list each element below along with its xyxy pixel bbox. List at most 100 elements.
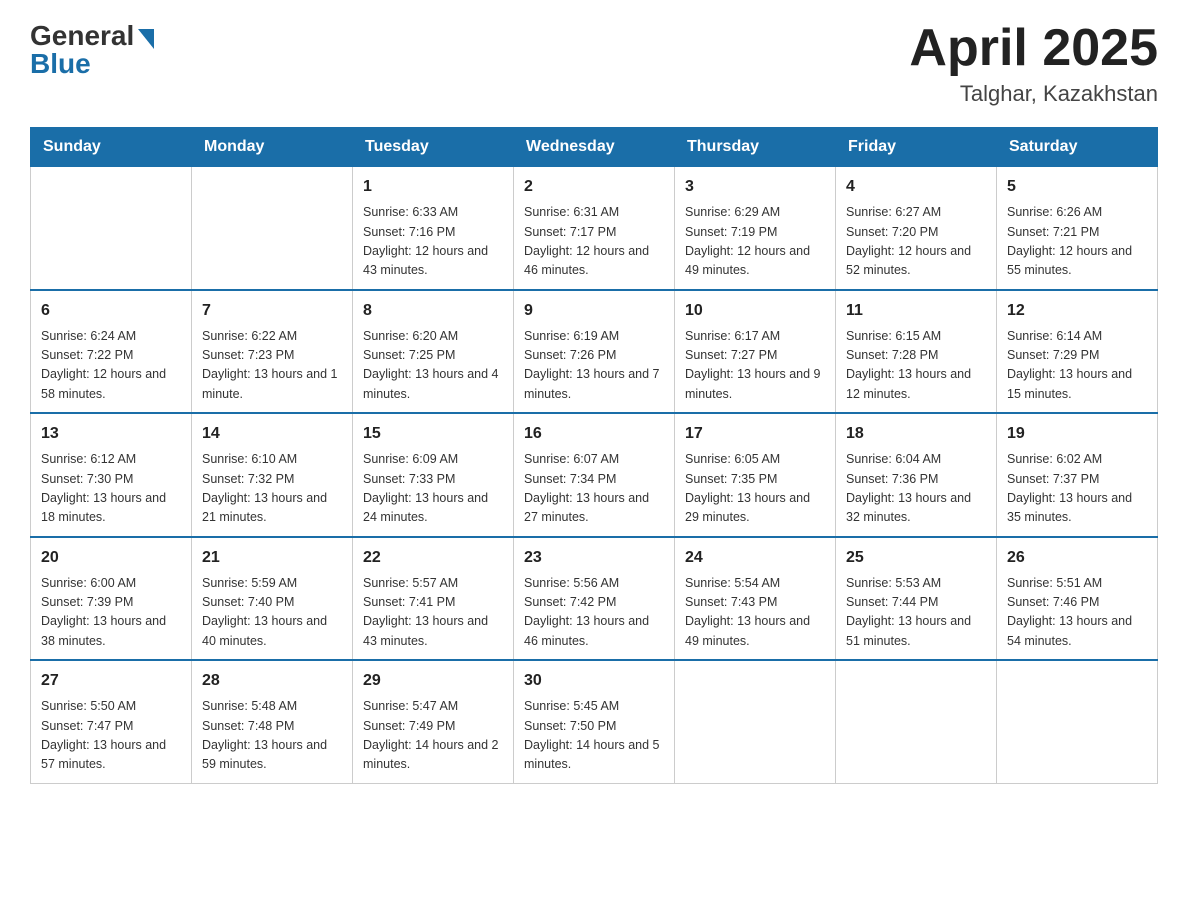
day-number: 5 (1007, 175, 1147, 199)
calendar-day-cell: 8Sunrise: 6:20 AM Sunset: 7:25 PM Daylig… (353, 290, 514, 414)
day-info: Sunrise: 5:50 AM Sunset: 7:47 PM Dayligh… (41, 697, 181, 775)
day-number: 9 (524, 299, 664, 323)
calendar-day-cell: 3 Sunrise: 6:29 AM Sunset: 7:19 PM Daylig… (675, 167, 836, 290)
calendar-day-cell: 28 Sunrise: 5:48 AM Sunset: 7:48 PM Dayli… (192, 660, 353, 783)
calendar-day-cell: 27 Sunrise: 5:50 AM Sunset: 7:47 PM Dayli… (31, 660, 192, 783)
day-info: Sunrise: 6:04 AM Sunset: 7:36 PM Dayligh… (846, 450, 986, 528)
calendar-day-cell (997, 660, 1158, 783)
calendar-day-cell: 30 Sunrise: 5:45 AM Sunset: 7:50 PM Dayli… (514, 660, 675, 783)
calendar-day-cell: 15Sunrise: 6:09 AM Sunset: 7:33 PM Dayli… (353, 413, 514, 537)
day-info: Sunrise: 6:22 AM Sunset: 7:23 PM Dayligh… (202, 327, 342, 405)
weekday-header-wednesday: Wednesday (514, 128, 675, 167)
calendar-day-cell: 6 Sunrise: 6:24 AM Sunset: 7:22 PM Daylig… (31, 290, 192, 414)
weekday-header-tuesday: Tuesday (353, 128, 514, 167)
day-number: 23 (524, 546, 664, 570)
calendar-day-cell: 20 Sunrise: 6:00 AM Sunset: 7:39 PM Dayli… (31, 537, 192, 661)
day-info: Sunrise: 5:57 AM Sunset: 7:41 PM Dayligh… (363, 574, 503, 652)
day-info: Sunrise: 6:10 AM Sunset: 7:32 PM Dayligh… (202, 450, 342, 528)
day-number: 4 (846, 175, 986, 199)
weekday-header-saturday: Saturday (997, 128, 1158, 167)
calendar-day-cell: 14 Sunrise: 6:10 AM Sunset: 7:32 PM Dayli… (192, 413, 353, 537)
day-number: 17 (685, 422, 825, 446)
day-number: 18 (846, 422, 986, 446)
day-number: 16 (524, 422, 664, 446)
calendar-day-cell: 12 Sunrise: 6:14 AM Sunset: 7:29 PM Dayli… (997, 290, 1158, 414)
logo: General Blue (30, 20, 154, 80)
calendar-day-cell: 9 Sunrise: 6:19 AM Sunset: 7:26 PM Daylig… (514, 290, 675, 414)
day-number: 28 (202, 669, 342, 693)
weekday-header-row: SundayMondayTuesdayWednesdayThursdayFrid… (31, 128, 1158, 167)
weekday-header-monday: Monday (192, 128, 353, 167)
day-info: Sunrise: 6:05 AM Sunset: 7:35 PM Dayligh… (685, 450, 825, 528)
day-info: Sunrise: 6:19 AM Sunset: 7:26 PM Dayligh… (524, 327, 664, 405)
calendar-day-cell: 26Sunrise: 5:51 AM Sunset: 7:46 PM Dayli… (997, 537, 1158, 661)
day-number: 19 (1007, 422, 1147, 446)
day-info: Sunrise: 5:54 AM Sunset: 7:43 PM Dayligh… (685, 574, 825, 652)
day-info: Sunrise: 5:48 AM Sunset: 7:48 PM Dayligh… (202, 697, 342, 775)
day-number: 7 (202, 299, 342, 323)
month-title: April 2025 (909, 20, 1158, 77)
calendar-day-cell (836, 660, 997, 783)
calendar-day-cell (31, 167, 192, 290)
day-info: Sunrise: 5:45 AM Sunset: 7:50 PM Dayligh… (524, 697, 664, 775)
day-info: Sunrise: 6:09 AM Sunset: 7:33 PM Dayligh… (363, 450, 503, 528)
calendar-day-cell: 4 Sunrise: 6:27 AM Sunset: 7:20 PM Daylig… (836, 167, 997, 290)
calendar-day-cell (675, 660, 836, 783)
day-info: Sunrise: 6:29 AM Sunset: 7:19 PM Dayligh… (685, 203, 825, 281)
calendar-week-row: 27 Sunrise: 5:50 AM Sunset: 7:47 PM Dayli… (31, 660, 1158, 783)
day-number: 12 (1007, 299, 1147, 323)
calendar-week-row: 1 Sunrise: 6:33 AM Sunset: 7:16 PM Daylig… (31, 167, 1158, 290)
day-number: 3 (685, 175, 825, 199)
calendar-day-cell: 25 Sunrise: 5:53 AM Sunset: 7:44 PM Dayli… (836, 537, 997, 661)
calendar-week-row: 20 Sunrise: 6:00 AM Sunset: 7:39 PM Dayli… (31, 537, 1158, 661)
calendar-day-cell: 10 Sunrise: 6:17 AM Sunset: 7:27 PM Dayli… (675, 290, 836, 414)
calendar-day-cell (192, 167, 353, 290)
day-info: Sunrise: 5:56 AM Sunset: 7:42 PM Dayligh… (524, 574, 664, 652)
logo-blue-text: Blue (30, 48, 91, 80)
logo-arrow-icon (138, 29, 154, 49)
day-info: Sunrise: 6:27 AM Sunset: 7:20 PM Dayligh… (846, 203, 986, 281)
day-number: 10 (685, 299, 825, 323)
page-header: General Blue April 2025 Talghar, Kazakhs… (30, 20, 1158, 107)
day-number: 6 (41, 299, 181, 323)
day-number: 21 (202, 546, 342, 570)
day-info: Sunrise: 6:33 AM Sunset: 7:16 PM Dayligh… (363, 203, 503, 281)
day-info: Sunrise: 6:00 AM Sunset: 7:39 PM Dayligh… (41, 574, 181, 652)
calendar-week-row: 6 Sunrise: 6:24 AM Sunset: 7:22 PM Daylig… (31, 290, 1158, 414)
day-info: Sunrise: 5:53 AM Sunset: 7:44 PM Dayligh… (846, 574, 986, 652)
day-number: 13 (41, 422, 181, 446)
day-number: 27 (41, 669, 181, 693)
day-number: 14 (202, 422, 342, 446)
weekday-header-friday: Friday (836, 128, 997, 167)
day-number: 20 (41, 546, 181, 570)
calendar-day-cell: 13Sunrise: 6:12 AM Sunset: 7:30 PM Dayli… (31, 413, 192, 537)
day-info: Sunrise: 6:02 AM Sunset: 7:37 PM Dayligh… (1007, 450, 1147, 528)
calendar-day-cell: 16 Sunrise: 6:07 AM Sunset: 7:34 PM Dayli… (514, 413, 675, 537)
calendar-day-cell: 19 Sunrise: 6:02 AM Sunset: 7:37 PM Dayli… (997, 413, 1158, 537)
calendar-day-cell: 17 Sunrise: 6:05 AM Sunset: 7:35 PM Dayli… (675, 413, 836, 537)
day-info: Sunrise: 6:14 AM Sunset: 7:29 PM Dayligh… (1007, 327, 1147, 405)
calendar-day-cell: 2 Sunrise: 6:31 AM Sunset: 7:17 PM Daylig… (514, 167, 675, 290)
day-number: 26 (1007, 546, 1147, 570)
calendar-day-cell: 22 Sunrise: 5:57 AM Sunset: 7:41 PM Dayli… (353, 537, 514, 661)
day-number: 8 (363, 299, 503, 323)
day-info: Sunrise: 6:24 AM Sunset: 7:22 PM Dayligh… (41, 327, 181, 405)
weekday-header-sunday: Sunday (31, 128, 192, 167)
calendar-day-cell: 7 Sunrise: 6:22 AM Sunset: 7:23 PM Daylig… (192, 290, 353, 414)
day-number: 25 (846, 546, 986, 570)
day-number: 30 (524, 669, 664, 693)
location-subtitle: Talghar, Kazakhstan (909, 81, 1158, 107)
day-number: 24 (685, 546, 825, 570)
title-section: April 2025 Talghar, Kazakhstan (909, 20, 1158, 107)
day-info: Sunrise: 6:31 AM Sunset: 7:17 PM Dayligh… (524, 203, 664, 281)
day-info: Sunrise: 6:17 AM Sunset: 7:27 PM Dayligh… (685, 327, 825, 405)
day-info: Sunrise: 6:07 AM Sunset: 7:34 PM Dayligh… (524, 450, 664, 528)
day-info: Sunrise: 5:47 AM Sunset: 7:49 PM Dayligh… (363, 697, 503, 775)
calendar-day-cell: 18 Sunrise: 6:04 AM Sunset: 7:36 PM Dayli… (836, 413, 997, 537)
day-number: 2 (524, 175, 664, 199)
day-number: 1 (363, 175, 503, 199)
calendar-day-cell: 23 Sunrise: 5:56 AM Sunset: 7:42 PM Dayli… (514, 537, 675, 661)
day-info: Sunrise: 6:26 AM Sunset: 7:21 PM Dayligh… (1007, 203, 1147, 281)
calendar-week-row: 13Sunrise: 6:12 AM Sunset: 7:30 PM Dayli… (31, 413, 1158, 537)
day-number: 22 (363, 546, 503, 570)
